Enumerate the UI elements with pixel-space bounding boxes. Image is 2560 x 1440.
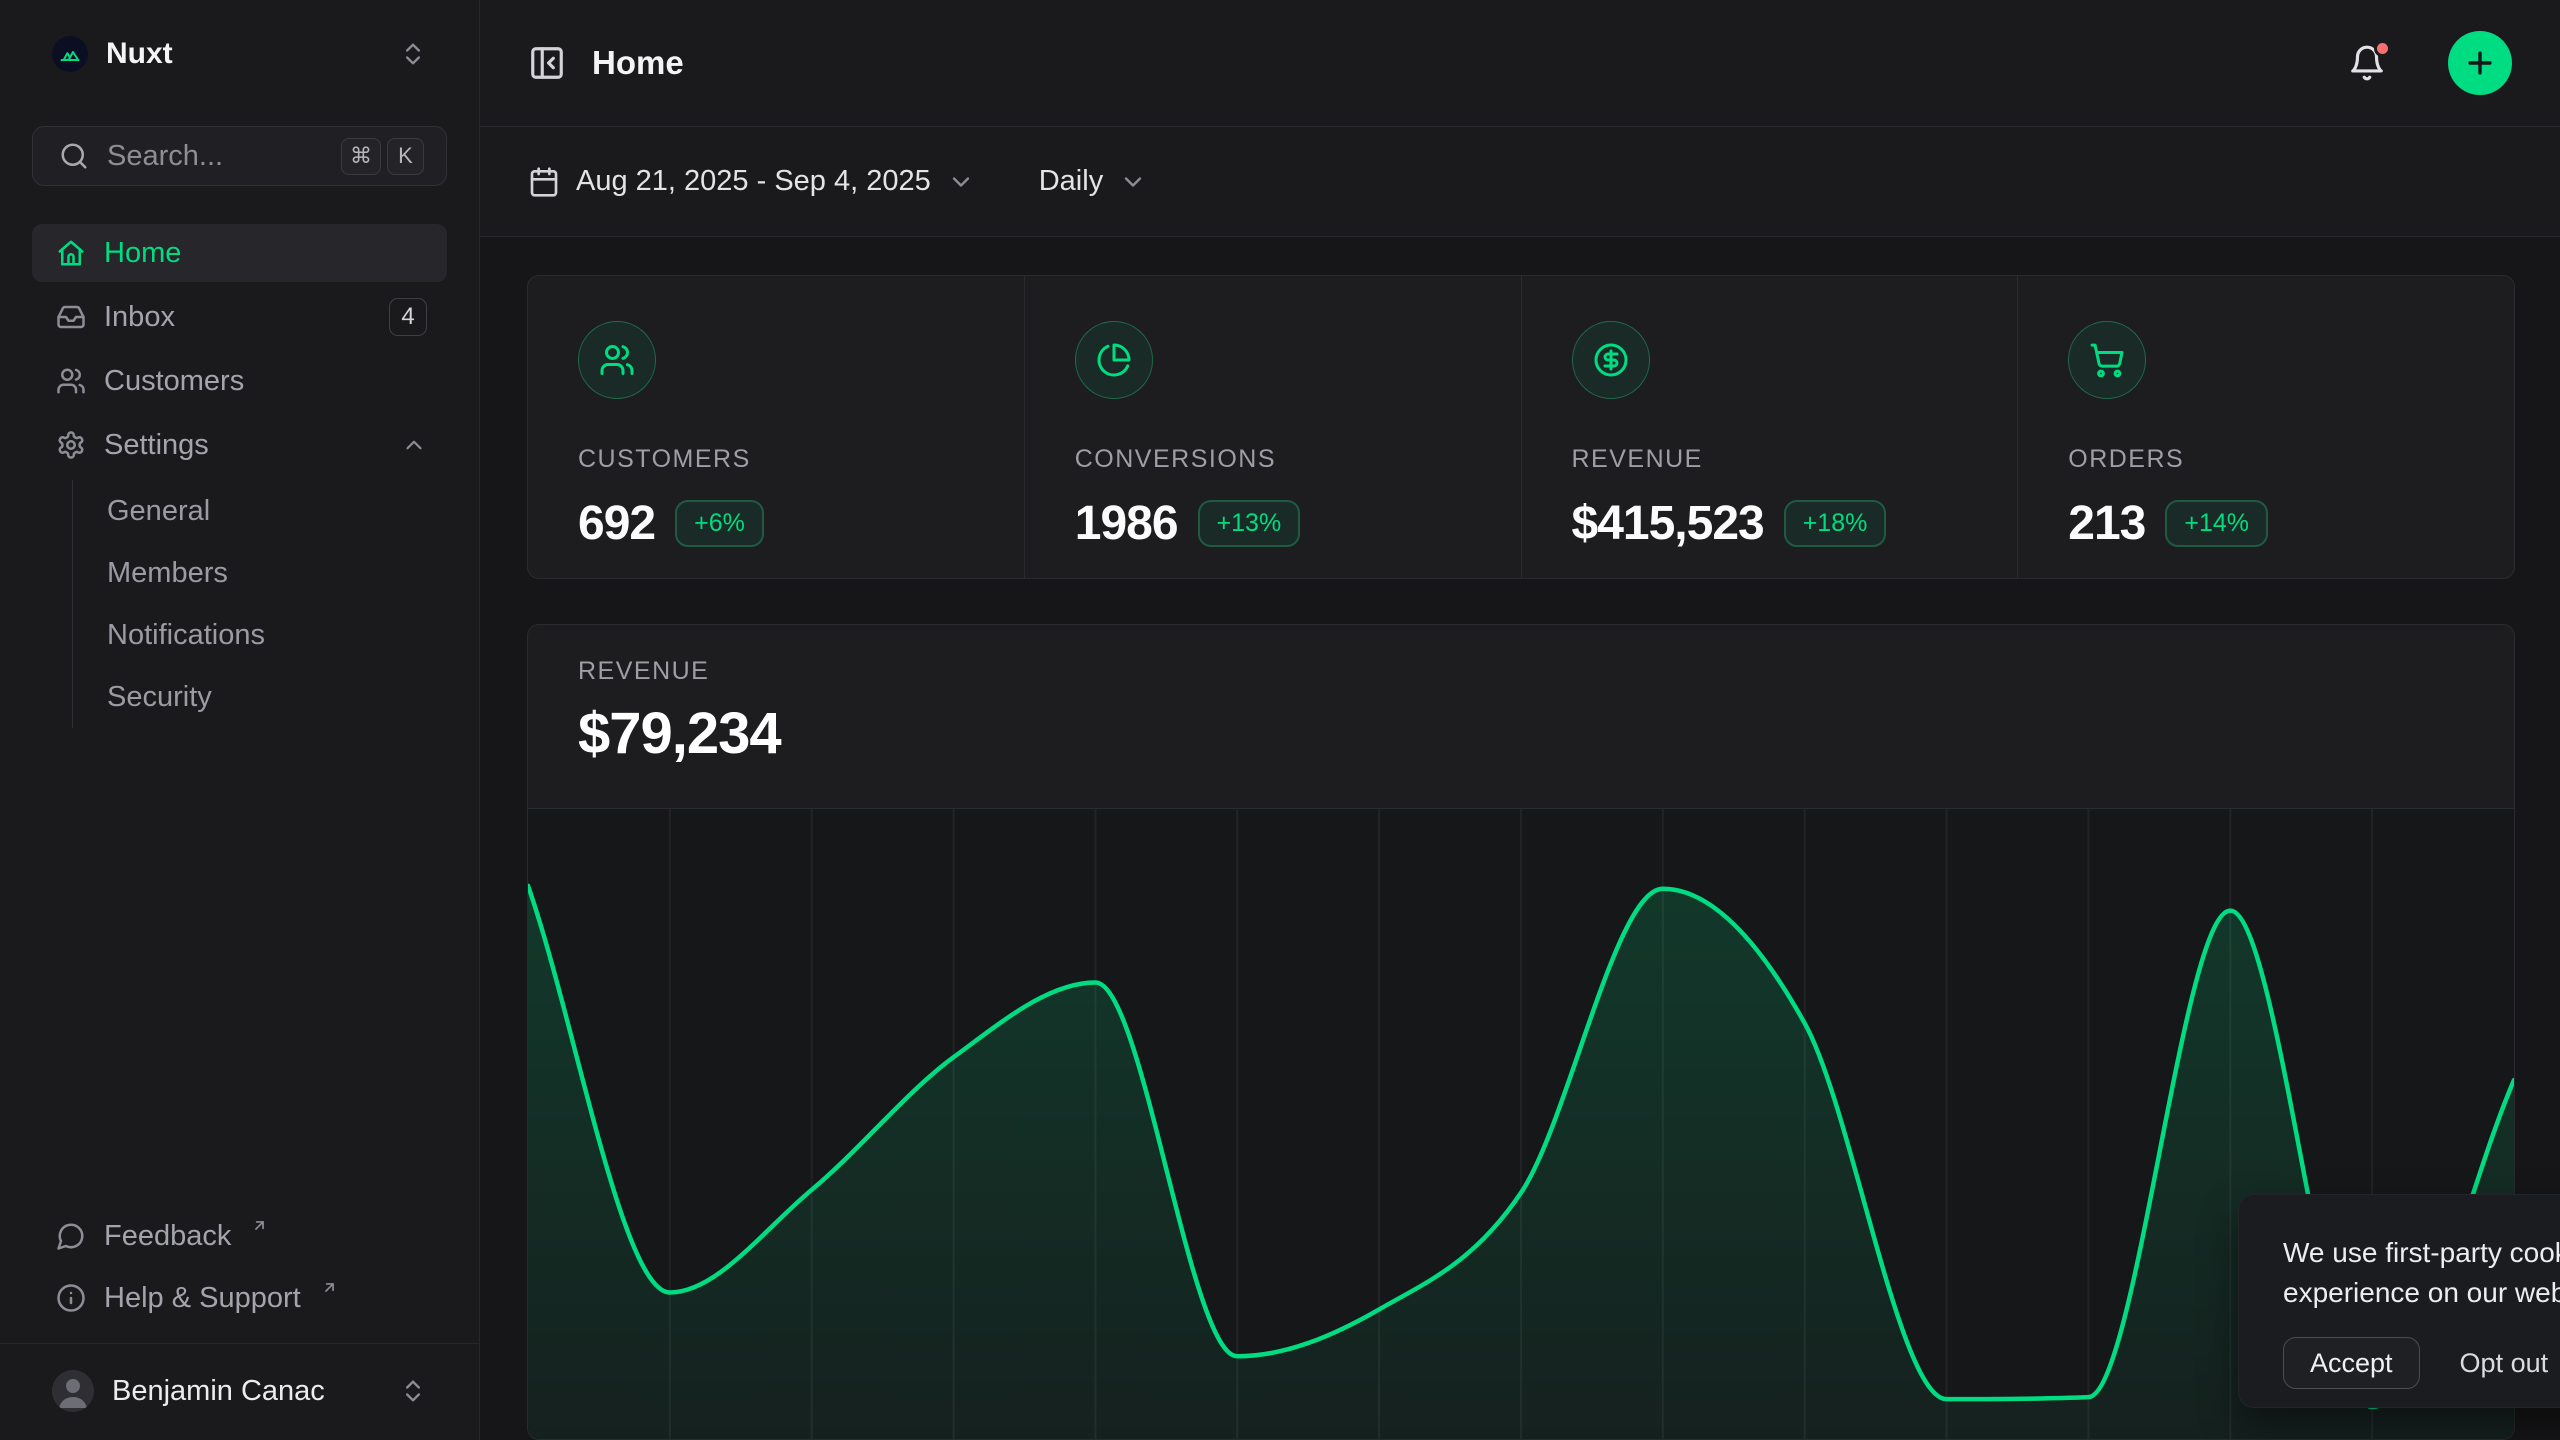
cart-icon [2068, 321, 2146, 399]
chevron-updown-icon [399, 40, 427, 68]
inbox-icon [56, 302, 86, 332]
sidebar-item-home[interactable]: Home [32, 224, 447, 282]
workspace-name: Nuxt [106, 37, 381, 71]
stat-label: CUSTOMERS [578, 445, 1024, 474]
stat-label: CONVERSIONS [1075, 445, 1521, 474]
stat-card-revenue[interactable]: REVENUE $415,523 +18% [1521, 276, 2018, 578]
date-range-picker[interactable]: Aug 21, 2025 - Sep 4, 2025 [528, 165, 975, 198]
search-input[interactable]: Search... ⌘ K [32, 126, 447, 186]
revenue-chart-svg [528, 809, 2514, 1439]
inbox-count-badge: 4 [389, 298, 427, 336]
add-button[interactable] [2448, 31, 2512, 95]
search-icon [59, 141, 89, 171]
external-link-icon [321, 1279, 338, 1296]
revenue-chart[interactable] [528, 808, 2514, 1439]
sidebar-item-notifications[interactable]: Notifications [73, 604, 447, 666]
revenue-panel: REVENUE $79,234 [527, 624, 2515, 1440]
sidebar-item-security[interactable]: Security [73, 666, 447, 728]
sidebar-item-customers[interactable]: Customers [32, 352, 447, 410]
sidebar-item-label: Settings [104, 429, 209, 462]
page-header: Home [480, 0, 2560, 127]
pie-chart-icon [1075, 321, 1153, 399]
chevron-down-icon [1119, 168, 1147, 196]
granularity-select[interactable]: Daily [1039, 165, 1147, 198]
sidebar-footer-links: Feedback Help & Support [32, 1207, 447, 1343]
sidebar-item-general[interactable]: General [73, 480, 447, 542]
user-name: Benjamin Canac [112, 1375, 381, 1408]
plus-icon [2463, 46, 2497, 80]
stat-label: REVENUE [1572, 445, 2018, 474]
stat-value: 213 [2068, 496, 2145, 551]
stat-value: 1986 [1075, 496, 1178, 551]
sidebar-nav: Home Inbox 4 Customers Settings [32, 224, 447, 728]
sidebar-item-label: Inbox [104, 301, 175, 334]
users-icon [56, 366, 86, 396]
cookie-message: We use first-party cookies to enhance yo… [2283, 1233, 2560, 1313]
cookie-optout-button[interactable]: Opt out [2460, 1348, 2549, 1379]
user-menu[interactable]: Benjamin Canac [32, 1358, 447, 1424]
page-title: Home [592, 44, 2322, 82]
stat-delta-badge: +6% [675, 500, 764, 547]
gear-icon [56, 430, 86, 460]
notifications-button[interactable] [2348, 44, 2386, 82]
main-area: Home Aug 21, 2025 - Sep 4, 2025 Daily [480, 0, 2560, 1440]
date-range-label: Aug 21, 2025 - Sep 4, 2025 [576, 165, 931, 198]
calendar-icon [528, 166, 560, 198]
stat-delta-badge: +14% [2165, 500, 2268, 547]
home-icon [56, 238, 86, 268]
revenue-panel-label: REVENUE [578, 657, 2464, 686]
sidebar-item-settings[interactable]: Settings [32, 416, 447, 474]
kbd-cmd: ⌘ [341, 138, 381, 175]
users-icon [578, 321, 656, 399]
stat-delta-badge: +13% [1198, 500, 1301, 547]
stat-label: ORDERS [2068, 445, 2514, 474]
workspace-switcher[interactable]: Nuxt [32, 22, 447, 86]
cookie-banner: We use first-party cookies to enhance yo… [2238, 1194, 2560, 1408]
filters-toolbar: Aug 21, 2025 - Sep 4, 2025 Daily [480, 127, 2560, 237]
search-placeholder: Search... [107, 140, 323, 173]
nuxt-logo-icon [52, 36, 88, 72]
sidebar-item-members[interactable]: Members [73, 542, 447, 604]
user-avatar [52, 1370, 94, 1412]
stats-row: CUSTOMERS 692 +6% CONVERSIONS 1986 +13% [527, 275, 2515, 579]
chevron-up-icon [401, 432, 427, 458]
sidebar-item-inbox[interactable]: Inbox 4 [32, 288, 447, 346]
sidebar-item-label: Home [104, 237, 181, 270]
stat-value: 692 [578, 496, 655, 551]
stat-card-orders[interactable]: ORDERS 213 +14% [2017, 276, 2514, 578]
dollar-circle-icon [1572, 321, 1650, 399]
chevron-updown-icon [399, 1377, 427, 1405]
external-link-icon [251, 1217, 268, 1234]
help-support-link[interactable]: Help & Support [32, 1269, 447, 1327]
kbd-k: K [387, 138, 424, 175]
sidebar-item-label: Customers [104, 365, 244, 398]
feedback-link[interactable]: Feedback [32, 1207, 447, 1265]
sidebar: Nuxt Search... ⌘ K Home Inbox 4 [0, 0, 480, 1440]
granularity-label: Daily [1039, 165, 1103, 198]
info-circle-icon [56, 1283, 86, 1313]
stat-value: $415,523 [1572, 496, 1764, 551]
stat-delta-badge: +18% [1784, 500, 1887, 547]
cookie-accept-button[interactable]: Accept [2283, 1337, 2420, 1389]
stat-card-customers[interactable]: CUSTOMERS 692 +6% [528, 276, 1024, 578]
revenue-panel-value: $79,234 [578, 700, 2464, 767]
notification-dot [2374, 40, 2391, 57]
message-bubble-icon [56, 1221, 86, 1251]
chevron-down-icon [947, 168, 975, 196]
sidebar-collapse-icon[interactable] [528, 44, 566, 82]
settings-submenu: General Members Notifications Security [72, 480, 447, 728]
stat-card-conversions[interactable]: CONVERSIONS 1986 +13% [1024, 276, 1521, 578]
